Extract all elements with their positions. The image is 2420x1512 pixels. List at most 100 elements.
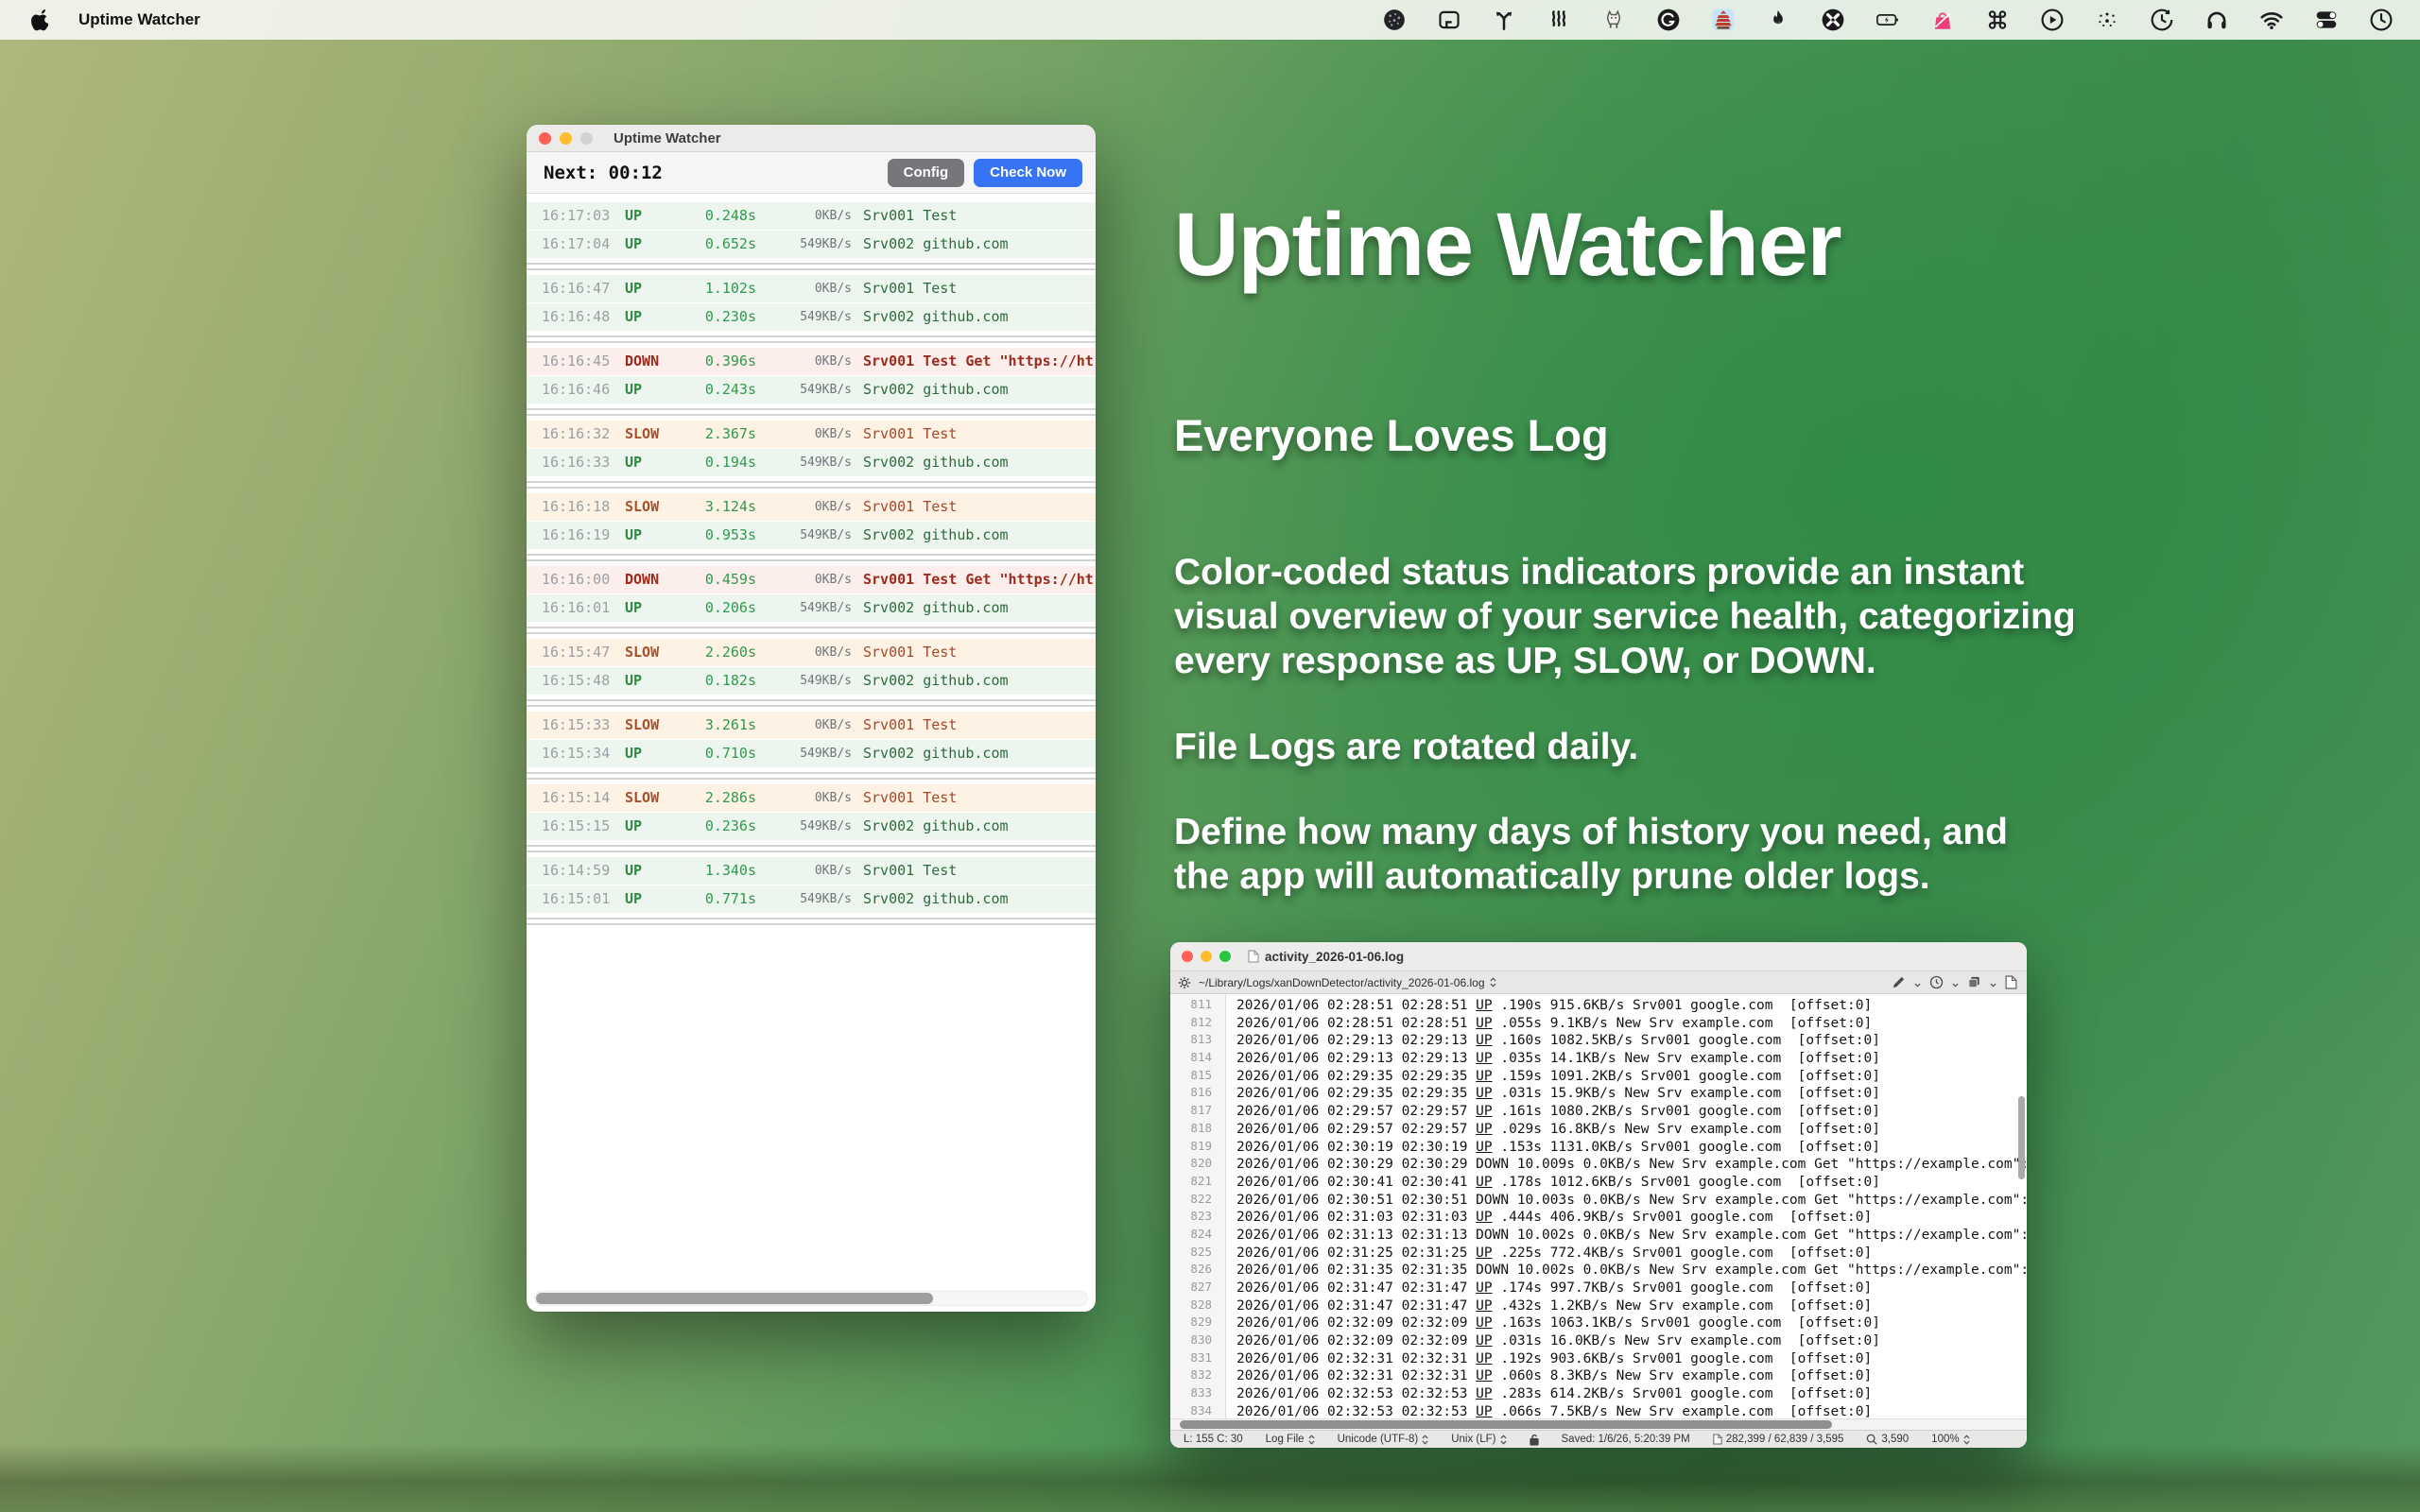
- wifi-icon[interactable]: [2258, 8, 2284, 33]
- line-text: 2026/01/06 02:32:31 02:32:31 UP .060s 8.…: [1236, 1367, 1872, 1385]
- history-clock-icon[interactable]: [1929, 975, 1944, 989]
- log-content[interactable]: 8112026/01/06 02:28:51 02:28:51 UP .190s…: [1170, 994, 2027, 1418]
- play-circle-icon[interactable]: [2039, 8, 2065, 33]
- close-button[interactable]: [1182, 951, 1193, 962]
- command-icon[interactable]: [1984, 8, 2010, 33]
- watcher-log-row: 16:14:59UP1.340s0KB/sSrv001 Test: [527, 857, 1096, 885]
- row-time: 16:15:33: [542, 712, 610, 739]
- llama-icon[interactable]: [1600, 8, 1626, 33]
- log-line: 8322026/01/06 02:32:31 02:32:31 UP .060s…: [1170, 1366, 2027, 1384]
- group-separator: [527, 627, 1096, 634]
- apple-icon[interactable]: [28, 8, 54, 33]
- control-center-icon[interactable]: [2313, 8, 2339, 33]
- line-text: 2026/01/06 02:32:09 02:32:09 UP .163s 10…: [1236, 1314, 1880, 1332]
- row-duration: 2.286s: [662, 784, 756, 812]
- grammarly-icon[interactable]: [1655, 8, 1681, 33]
- minimize-button[interactable]: [1201, 951, 1212, 962]
- row-server: Srv002 github.com: [863, 522, 1094, 549]
- row-status: SLOW: [625, 712, 659, 739]
- line-endings-dropdown[interactable]: Unix (LF): [1451, 1434, 1506, 1445]
- log-line: 8332026/01/06 02:32:53 02:32:53 UP .283s…: [1170, 1384, 2027, 1402]
- row-status: UP: [625, 303, 642, 331]
- uptime-watcher-window: Uptime Watcher Next: 00:12 Config Check …: [527, 125, 1096, 1312]
- row-duration: 3.124s: [662, 493, 756, 521]
- group-separator: [527, 699, 1096, 707]
- log-line: 8112026/01/06 02:28:51 02:28:51 UP .190s…: [1170, 996, 2027, 1014]
- log-line: 8252026/01/06 02:31:25 02:31:25 UP .225s…: [1170, 1244, 2027, 1262]
- headphones-icon[interactable]: [2204, 8, 2229, 33]
- watcher-log-list: 16:17:03UP0.248s0KB/sSrv001 Test16:17:04…: [527, 193, 1096, 930]
- unlocked-icon[interactable]: [1530, 1434, 1539, 1446]
- flame-icon[interactable]: [1765, 8, 1790, 33]
- clock-icon[interactable]: [2368, 8, 2394, 33]
- zoom-button-disabled[interactable]: [580, 132, 593, 145]
- row-server: Srv002 github.com: [863, 740, 1094, 767]
- file-path-selector[interactable]: ~/Library/Logs/xanDownDetector/activity_…: [1199, 976, 1496, 989]
- dots-icon[interactable]: [2094, 8, 2119, 33]
- steam-icon[interactable]: [1546, 8, 1571, 33]
- time-machine-icon[interactable]: [2149, 8, 2174, 33]
- zoom-button[interactable]: [1219, 951, 1231, 962]
- desktop: Uptime Watcher: [0, 0, 2420, 1512]
- row-speed: 0KB/s: [769, 275, 852, 302]
- line-number: 826: [1170, 1261, 1212, 1279]
- blank-document-icon[interactable]: [2005, 975, 2017, 989]
- menubar-app-name[interactable]: Uptime Watcher: [78, 10, 200, 29]
- log-line: 8342026/01/06 02:32:53 02:32:53 UP .066s…: [1170, 1402, 2027, 1418]
- watcher-log-row: 16:15:34UP0.710s549KB/sSrv002 github.com: [527, 740, 1096, 767]
- line-number: 828: [1170, 1297, 1212, 1314]
- config-button[interactable]: Config: [888, 159, 964, 187]
- chevron-down-icon[interactable]: [1952, 977, 1959, 988]
- log-line: 8262026/01/06 02:31:35 02:31:35 DOWN 10.…: [1170, 1261, 2027, 1279]
- watcher-log-row: 16:16:18SLOW3.124s0KB/sSrv001 Test: [527, 493, 1096, 521]
- match-count: 3,590: [1866, 1434, 1909, 1445]
- line-text: 2026/01/06 02:30:29 02:30:29 DOWN 10.009…: [1236, 1156, 2027, 1174]
- hero-title: Uptime Watcher: [1174, 194, 1841, 297]
- encoding-dropdown[interactable]: Unicode (UTF-8): [1338, 1434, 1429, 1445]
- row-speed: 549KB/s: [769, 813, 852, 840]
- row-time: 16:17:03: [542, 202, 610, 230]
- log-horizontal-scrollbar-thumb[interactable]: [1180, 1420, 1832, 1429]
- line-number: 815: [1170, 1067, 1212, 1085]
- line-number: 827: [1170, 1279, 1212, 1297]
- row-server: Srv002 github.com: [863, 813, 1094, 840]
- line-number: 817: [1170, 1102, 1212, 1120]
- row-server: Srv002 github.com: [863, 231, 1094, 258]
- file-type-dropdown[interactable]: Log File: [1266, 1434, 1315, 1445]
- layers-icon[interactable]: [1967, 975, 1981, 989]
- screen-mirroring-icon[interactable]: [1436, 8, 1461, 33]
- battery-icon[interactable]: [1875, 8, 1900, 33]
- log-line: 8282026/01/06 02:31:47 02:31:47 UP .432s…: [1170, 1297, 2027, 1314]
- close-button[interactable]: [539, 132, 551, 145]
- row-status: UP: [625, 885, 642, 913]
- minimize-button[interactable]: [560, 132, 572, 145]
- pencil-icon[interactable]: [1892, 975, 1906, 989]
- watcher-horizontal-scrollbar[interactable]: [534, 1291, 1088, 1306]
- row-time: 16:15:34: [542, 740, 610, 767]
- gear-icon[interactable]: [1178, 976, 1191, 989]
- fan-icon[interactable]: [1820, 8, 1845, 33]
- line-number: 824: [1170, 1226, 1212, 1244]
- chevron-down-icon[interactable]: [1990, 977, 1996, 988]
- watcher-scrollbar-thumb[interactable]: [536, 1293, 933, 1304]
- bag-icon[interactable]: [1929, 8, 1955, 33]
- log-vertical-scrollbar-thumb[interactable]: [2018, 1096, 2025, 1179]
- row-status: SLOW: [625, 784, 659, 812]
- row-speed: 0KB/s: [769, 493, 852, 521]
- branch-icon[interactable]: [1491, 8, 1516, 33]
- check-now-button[interactable]: Check Now: [974, 159, 1082, 187]
- line-number: 814: [1170, 1049, 1212, 1067]
- pagoda-icon[interactable]: [1710, 8, 1736, 33]
- row-status: SLOW: [625, 493, 659, 521]
- zoom-level-dropdown[interactable]: 100%: [1931, 1434, 1969, 1445]
- watcher-log-row: 16:15:33SLOW3.261s0KB/sSrv001 Test: [527, 712, 1096, 739]
- row-time: 16:16:00: [542, 566, 610, 593]
- line-text: 2026/01/06 02:31:03 02:31:03 UP .444s 40…: [1236, 1209, 1872, 1227]
- network-sphere-icon[interactable]: [1381, 8, 1407, 33]
- line-text: 2026/01/06 02:29:13 02:29:13 UP .160s 10…: [1236, 1032, 1880, 1050]
- row-speed: 0KB/s: [769, 784, 852, 812]
- row-server: Srv002 github.com: [863, 667, 1094, 695]
- row-time: 16:15:01: [542, 885, 610, 913]
- chevron-down-icon[interactable]: [1914, 977, 1921, 988]
- line-text: 2026/01/06 02:31:47 02:31:47 UP .174s 99…: [1236, 1280, 1872, 1297]
